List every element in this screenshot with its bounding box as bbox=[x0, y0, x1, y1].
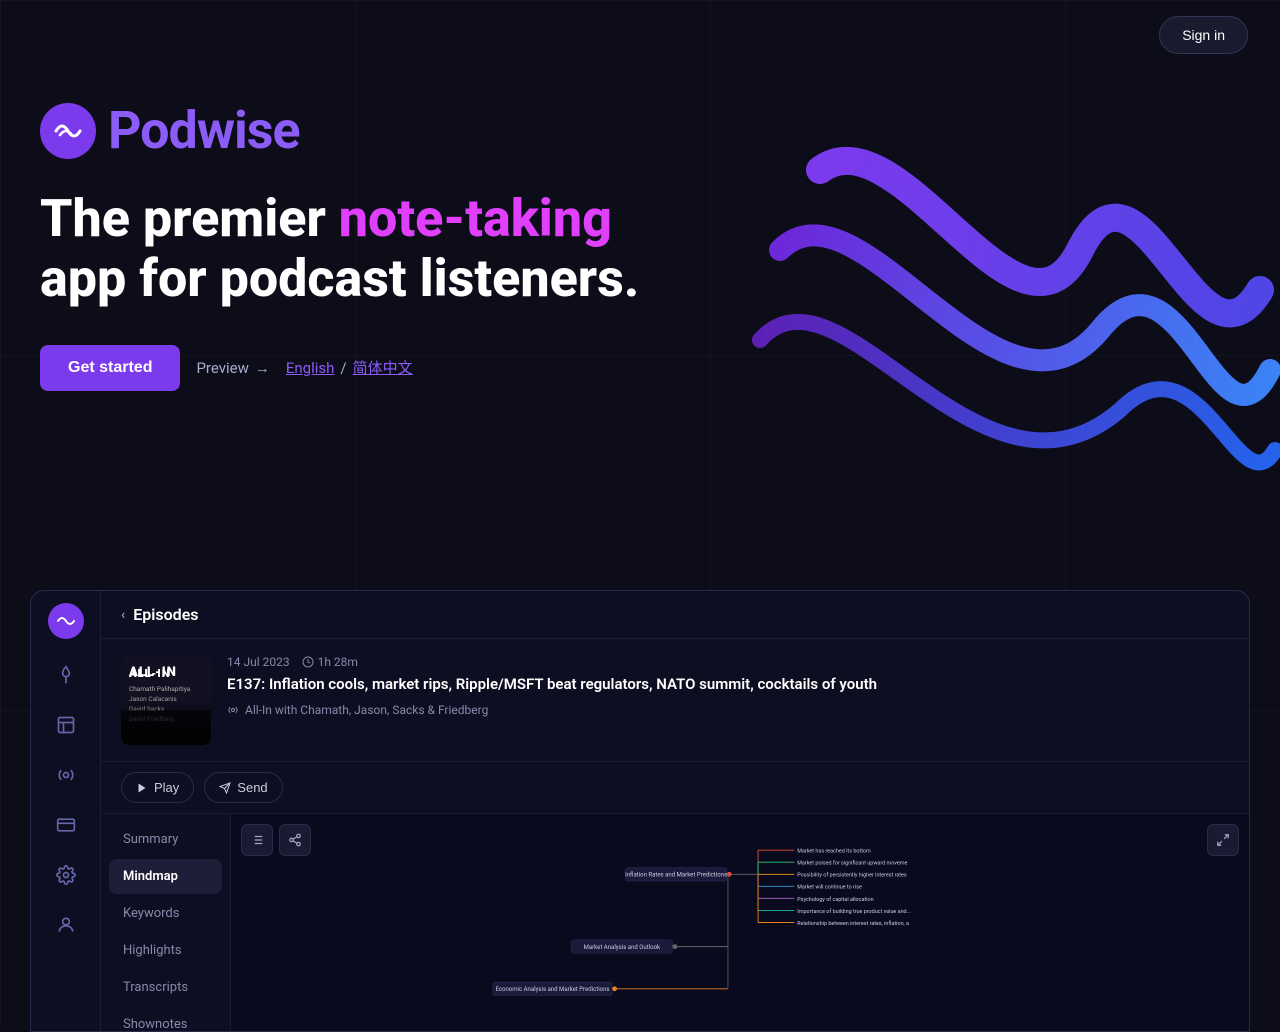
svg-text:Market poised for significant: Market poised for significant upward mov… bbox=[797, 860, 907, 867]
episode-title: E137: Inflation cools, market rips, Ripp… bbox=[227, 675, 1229, 695]
mindmap-share-btn[interactable] bbox=[279, 824, 311, 856]
send-label: Send bbox=[237, 780, 267, 795]
hero-section: Podwise The premier note-taking app for … bbox=[0, 70, 1280, 590]
sidebar-item-podcast[interactable] bbox=[44, 753, 88, 797]
sign-in-button[interactable]: Sign in bbox=[1159, 16, 1248, 54]
hero-tagline: The premier note-taking app for podcast … bbox=[40, 189, 660, 309]
svg-text:Psychology of capital allocati: Psychology of capital allocation bbox=[797, 896, 873, 903]
svg-text:Market will continue to rise: Market will continue to rise bbox=[797, 885, 862, 891]
svg-text:ALL-IN: ALL-IN bbox=[128, 667, 170, 680]
sidebar-item-cards[interactable] bbox=[44, 803, 88, 847]
tagline-plain: The premier bbox=[40, 188, 339, 249]
episode-thumbnail: ALL-IN Chamath Palihapitiya Jason Calaca… bbox=[121, 655, 211, 745]
send-button[interactable]: Send bbox=[204, 772, 282, 803]
episode-date: 14 Jul 2023 bbox=[227, 655, 290, 669]
back-icon[interactable]: ‹ bbox=[121, 607, 125, 623]
arrow-icon: → bbox=[255, 359, 270, 377]
svg-text:Economic Analysis and Market P: Economic Analysis and Market Predictions bbox=[496, 986, 610, 993]
header: Sign in bbox=[0, 0, 1280, 70]
sidebar-logo-icon bbox=[48, 603, 84, 639]
tab-shownotes[interactable]: Shownotes bbox=[109, 1007, 222, 1031]
svg-text:David Sacks: David Sacks bbox=[129, 705, 165, 713]
svg-text:Chamath Palihapitiya: Chamath Palihapitiya bbox=[129, 685, 191, 693]
tab-transcripts[interactable]: Transcripts bbox=[109, 970, 222, 1005]
language-links: English / 简体中文 bbox=[286, 357, 413, 378]
mindmap-fullscreen-btn[interactable] bbox=[1207, 824, 1239, 856]
episode-duration: 1h 28m bbox=[302, 655, 358, 669]
episode-card: ALL-IN Chamath Palihapitiya Jason Calaca… bbox=[101, 639, 1249, 762]
episode-meta: 14 Jul 2023 1h 28m bbox=[227, 655, 1229, 669]
play-button[interactable]: Play bbox=[121, 772, 194, 803]
episode-info: 14 Jul 2023 1h 28m E137: Inflation cools… bbox=[227, 655, 1229, 717]
sidebar-item-account[interactable] bbox=[44, 903, 88, 947]
lang-separator: / bbox=[340, 359, 346, 377]
tab-mindmap[interactable]: Mindmap bbox=[109, 859, 222, 894]
mindmap-area: Inflation Rates and Market Predictions M… bbox=[231, 814, 1249, 1031]
app-inner: ‹ Episodes ALL-IN Chamath Palihapitiya J… bbox=[31, 591, 1249, 1031]
sidebar-item-flame[interactable] bbox=[44, 653, 88, 697]
svg-text:Inflation Rates and Market Pre: Inflation Rates and Market Predictions bbox=[625, 872, 727, 879]
episode-actions: Play Send bbox=[101, 762, 1249, 814]
svg-text:Jason Calacanis: Jason Calacanis bbox=[129, 695, 177, 703]
svg-text:Possibility of persistently hi: Possibility of persistently higher inter… bbox=[797, 872, 907, 879]
play-label: Play bbox=[154, 780, 179, 795]
svg-text:Market has reached its bottom: Market has reached its bottom bbox=[797, 849, 871, 855]
english-link[interactable]: English bbox=[286, 359, 335, 377]
app-preview-window: ‹ Episodes ALL-IN Chamath Palihapitiya J… bbox=[30, 590, 1250, 1032]
tagline-end: app for podcast listeners. bbox=[40, 248, 639, 309]
content-area: Summary Mindmap Keywords Highlights Tran… bbox=[101, 814, 1249, 1031]
svg-text:Market Analysis and Outlook: Market Analysis and Outlook bbox=[584, 944, 661, 951]
sidebar-item-library[interactable] bbox=[44, 703, 88, 747]
tab-summary[interactable]: Summary bbox=[109, 822, 222, 857]
sidebar-item-settings[interactable] bbox=[44, 853, 88, 897]
mindmap-toolbar bbox=[241, 824, 311, 856]
tagline-highlight: note-taking bbox=[339, 188, 612, 249]
preview-label: Preview bbox=[196, 359, 248, 377]
mindmap-visualization: Inflation Rates and Market Predictions M… bbox=[231, 814, 1249, 1031]
get-started-button[interactable]: Get started bbox=[40, 345, 180, 391]
podcast-name: All-In with Chamath, Jason, Sacks & Frie… bbox=[227, 703, 1229, 717]
svg-text:David Friedberg: David Friedberg bbox=[129, 715, 174, 723]
episodes-title: Episodes bbox=[133, 605, 198, 624]
podcast-name-text: All-In with Chamath, Jason, Sacks & Frie… bbox=[245, 703, 488, 717]
preview-section: Preview → bbox=[196, 359, 269, 377]
svg-text:Relationship between interest: Relationship between interest rates, inf… bbox=[797, 920, 909, 927]
hero-wave-illustration bbox=[700, 90, 1280, 564]
tab-keywords[interactable]: Keywords bbox=[109, 896, 222, 931]
episodes-header: ‹ Episodes bbox=[101, 591, 1249, 639]
app-sidebar bbox=[31, 591, 101, 1031]
nav-tabs: Summary Mindmap Keywords Highlights Tran… bbox=[101, 814, 231, 1031]
podwise-logo-icon bbox=[40, 103, 96, 159]
mindmap-list-btn[interactable] bbox=[241, 824, 273, 856]
chinese-link[interactable]: 简体中文 bbox=[353, 357, 413, 378]
main-content-area: ‹ Episodes ALL-IN Chamath Palihapitiya J… bbox=[101, 591, 1249, 1031]
tab-highlights[interactable]: Highlights bbox=[109, 933, 222, 968]
svg-text:Importance of building true pr: Importance of building true product valu… bbox=[797, 908, 911, 915]
logo-text: Podwise bbox=[108, 100, 300, 161]
